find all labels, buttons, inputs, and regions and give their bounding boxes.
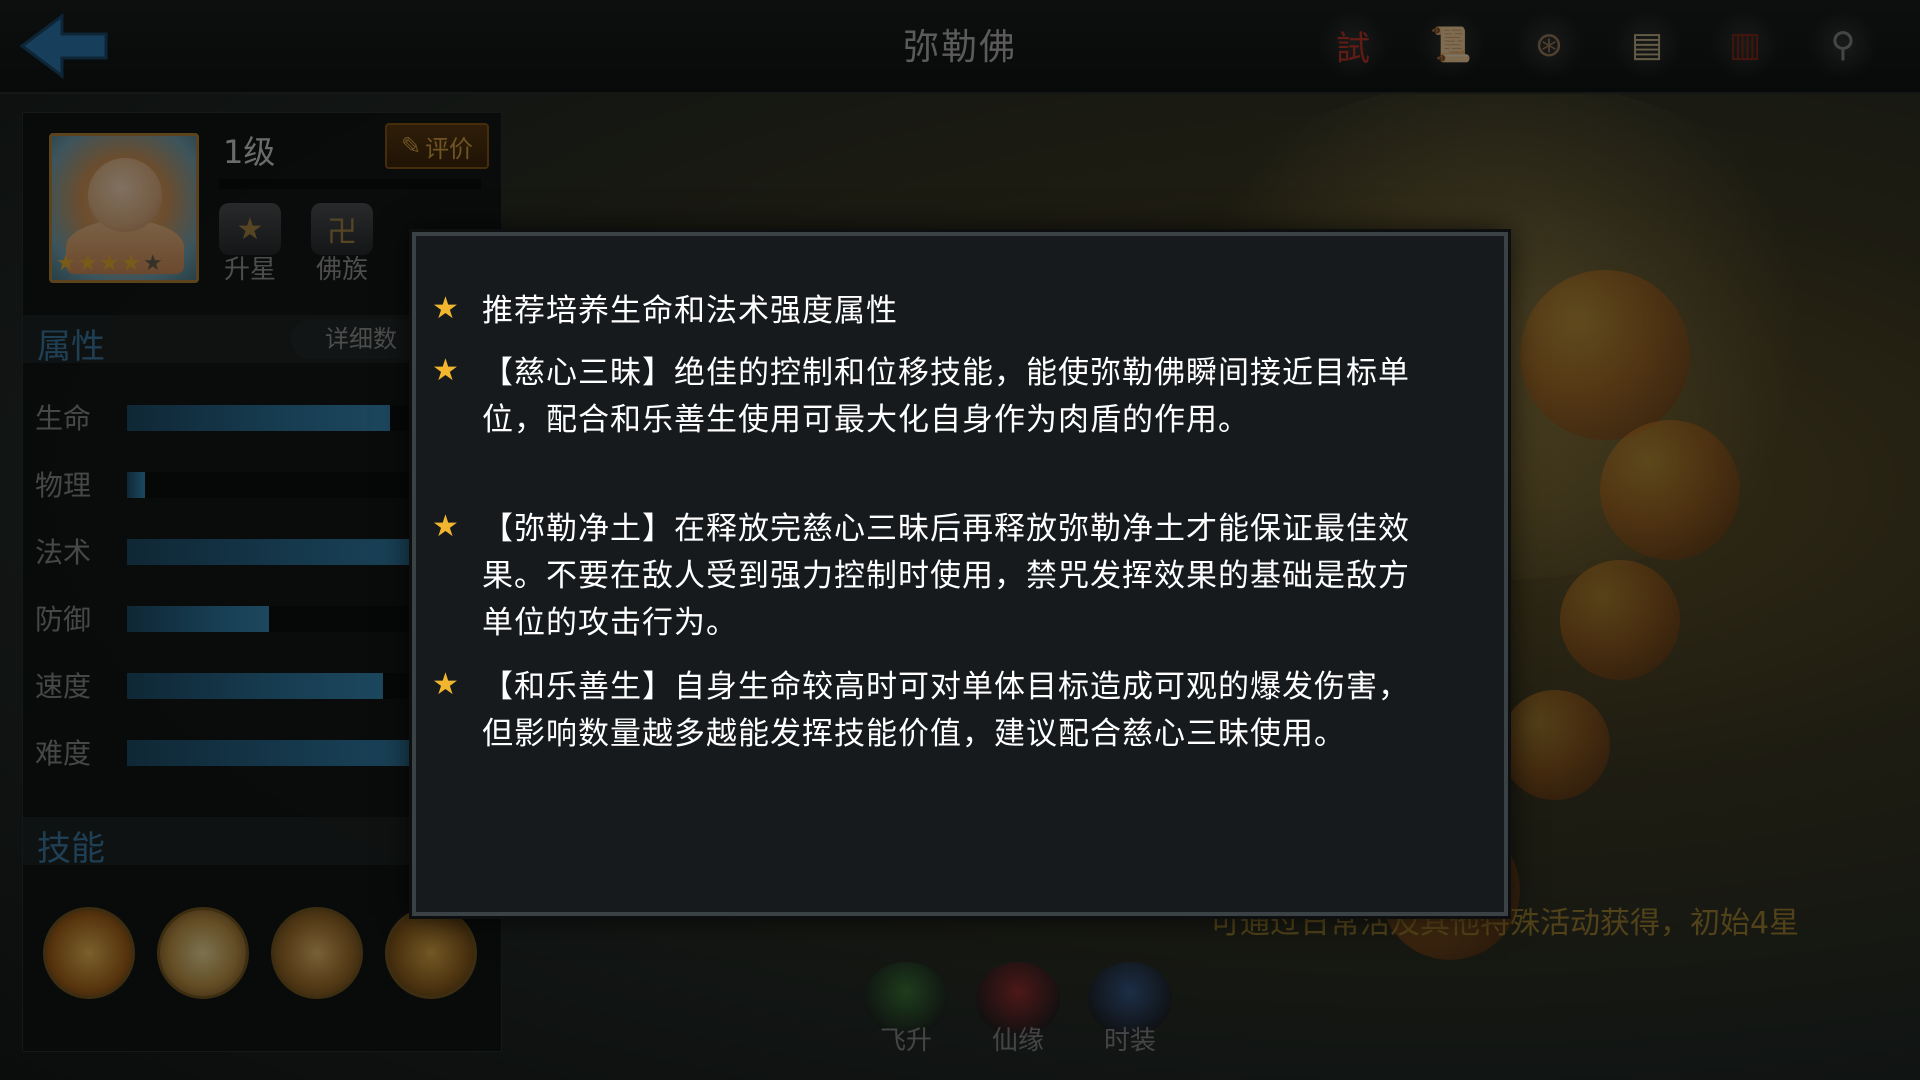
star-icon: ★ <box>432 291 459 326</box>
tip-text: 推荐培养生命和法术强度属性 <box>482 293 898 329</box>
tip-item: ★ 推荐培养生命和法术强度属性 <box>432 288 1432 335</box>
tip-text: 【和乐善生】自身生命较高时可对单体目标造成可观的爆发伤害，但影响数量越多越能发挥… <box>482 669 1410 752</box>
tip-item: ★ 【和乐善生】自身生命较高时可对单体目标造成可观的爆发伤害，但影响数量越多越能… <box>432 664 1432 758</box>
tip-item: ★ 【慈心三昧】绝佳的控制和位移技能，能使弥勒佛瞬间接近目标单位，配合和乐善生使… <box>432 350 1432 444</box>
strategy-tips-dialog: ★ 推荐培养生命和法术强度属性 ★ 【慈心三昧】绝佳的控制和位移技能，能使弥勒佛… <box>412 232 1508 916</box>
star-icon: ★ <box>432 667 459 702</box>
star-icon: ★ <box>432 353 459 388</box>
star-icon: ★ <box>432 509 459 544</box>
tip-item: ★ 【弥勒净土】在释放完慈心三昧后再释放弥勒净土才能保证最佳效果。不要在敌人受到… <box>432 506 1432 647</box>
tip-text: 【慈心三昧】绝佳的控制和位移技能，能使弥勒佛瞬间接近目标单位，配合和乐善生使用可… <box>482 355 1410 438</box>
tip-text: 【弥勒净土】在释放完慈心三昧后再释放弥勒净土才能保证最佳效果。不要在敌人受到强力… <box>482 511 1410 641</box>
